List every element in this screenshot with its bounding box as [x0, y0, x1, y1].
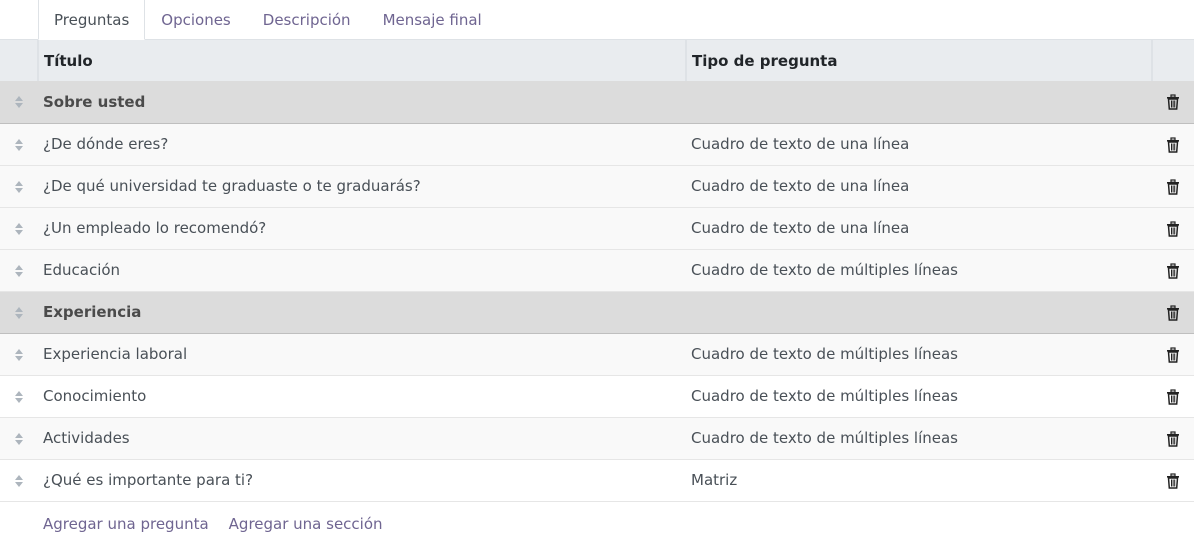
row-title[interactable]: Educación — [38, 249, 686, 291]
delete-button[interactable] — [1152, 165, 1194, 207]
trash-icon[interactable] — [1166, 94, 1180, 110]
tab-preguntas[interactable]: Preguntas — [38, 0, 146, 40]
trash-icon[interactable] — [1166, 388, 1180, 405]
drag-handle[interactable] — [0, 459, 38, 501]
row-type[interactable]: Cuadro de texto de múltiples líneas — [686, 417, 1152, 459]
question-row[interactable]: Actividades Cuadro de texto de múltiples … — [0, 417, 1194, 459]
sort-handle-icon[interactable] — [14, 390, 24, 404]
delete-button[interactable] — [1152, 207, 1194, 249]
trash-icon[interactable] — [1166, 346, 1180, 363]
table-footer: Agregar una pregunta Agregar una sección — [0, 502, 1194, 546]
add-section-link[interactable]: Agregar una sección — [229, 515, 383, 533]
row-title[interactable]: ¿Qué es importante para ti? — [38, 459, 686, 501]
row-type[interactable] — [686, 291, 1152, 333]
question-row[interactable]: ¿Qué es importante para ti? Matriz — [0, 459, 1194, 501]
row-title[interactable]: Conocimiento — [38, 375, 686, 417]
sort-handle-icon[interactable] — [14, 474, 24, 488]
add-question-link[interactable]: Agregar una pregunta — [43, 515, 209, 533]
delete-button[interactable] — [1152, 123, 1194, 165]
sort-handle-icon[interactable] — [14, 95, 24, 109]
drag-handle[interactable] — [0, 417, 38, 459]
trash-icon[interactable] — [1166, 262, 1180, 279]
sort-handle-icon[interactable] — [14, 432, 24, 446]
row-type[interactable]: Cuadro de texto de múltiples líneas — [686, 333, 1152, 375]
drag-handle[interactable] — [0, 207, 38, 249]
drag-handle[interactable] — [0, 249, 38, 291]
question-row[interactable]: Educación Cuadro de texto de múltiples lí… — [0, 249, 1194, 291]
sort-handle-icon[interactable] — [14, 306, 24, 320]
row-title[interactable]: ¿De qué universidad te graduaste o te gr… — [38, 165, 686, 207]
trash-icon[interactable] — [1166, 304, 1180, 321]
trash-icon[interactable] — [1166, 136, 1180, 153]
sort-handle-icon[interactable] — [14, 264, 24, 278]
row-type[interactable] — [686, 81, 1152, 123]
drag-handle[interactable] — [0, 375, 38, 417]
question-row[interactable]: ¿De qué universidad te graduaste o te gr… — [0, 165, 1194, 207]
row-title[interactable]: Actividades — [38, 417, 686, 459]
drag-handle[interactable] — [0, 123, 38, 165]
sort-handle-icon[interactable] — [14, 180, 24, 194]
tab-mensaje-final[interactable]: Mensaje final — [367, 0, 498, 39]
trash-icon[interactable] — [1166, 178, 1180, 195]
question-row[interactable]: Conocimiento Cuadro de texto de múltiples… — [0, 375, 1194, 417]
sort-handle-icon[interactable] — [14, 222, 24, 236]
delete-button[interactable] — [1152, 333, 1194, 375]
tab-bar: Preguntas Opciones Descripción Mensaje f… — [0, 0, 1194, 40]
delete-button[interactable] — [1152, 417, 1194, 459]
row-title[interactable]: Experiencia — [38, 291, 686, 333]
delete-button[interactable] — [1152, 291, 1194, 333]
row-type[interactable]: Cuadro de texto de múltiples líneas — [686, 249, 1152, 291]
row-type[interactable]: Cuadro de texto de una línea — [686, 123, 1152, 165]
delete-button[interactable] — [1152, 249, 1194, 291]
handle-column-header — [0, 40, 38, 81]
questions-table: Título Tipo de pregunta Sobre usted ¿De d… — [0, 40, 1194, 502]
drag-handle[interactable] — [0, 81, 38, 123]
tab-descripcion[interactable]: Descripción — [247, 0, 367, 39]
delete-button[interactable] — [1152, 375, 1194, 417]
section-row[interactable]: Experiencia — [0, 291, 1194, 333]
column-header-title[interactable]: Título — [37, 40, 686, 81]
row-type[interactable]: Cuadro de texto de una línea — [686, 207, 1152, 249]
column-header-actions — [1151, 40, 1194, 81]
trash-icon[interactable] — [1166, 472, 1180, 489]
row-title[interactable]: ¿Un empleado lo recomendó? — [38, 207, 686, 249]
column-header-type[interactable]: Tipo de pregunta — [685, 40, 1152, 81]
tab-opciones[interactable]: Opciones — [145, 0, 246, 39]
question-row[interactable]: ¿De dónde eres? Cuadro de texto de una lí… — [0, 123, 1194, 165]
row-title[interactable]: Sobre usted — [38, 81, 686, 123]
question-row[interactable]: ¿Un empleado lo recomendó? Cuadro de text… — [0, 207, 1194, 249]
drag-handle[interactable] — [0, 291, 38, 333]
row-type[interactable]: Cuadro de texto de una línea — [686, 165, 1152, 207]
section-row[interactable]: Sobre usted — [0, 81, 1194, 123]
row-type[interactable]: Cuadro de texto de múltiples líneas — [686, 375, 1152, 417]
trash-icon[interactable] — [1166, 220, 1180, 237]
row-title[interactable]: ¿De dónde eres? — [38, 123, 686, 165]
delete-button[interactable] — [1152, 459, 1194, 501]
drag-handle[interactable] — [0, 333, 38, 375]
drag-handle[interactable] — [0, 165, 38, 207]
row-type[interactable]: Matriz — [686, 459, 1152, 501]
row-title[interactable]: Experiencia laboral — [38, 333, 686, 375]
sort-handle-icon[interactable] — [14, 138, 24, 152]
question-row[interactable]: Experiencia laboral Cuadro de texto de mú… — [0, 333, 1194, 375]
trash-icon[interactable] — [1166, 430, 1180, 447]
delete-button[interactable] — [1152, 81, 1194, 123]
table-header: Título Tipo de pregunta — [0, 40, 1194, 81]
sort-handle-icon[interactable] — [14, 348, 24, 362]
